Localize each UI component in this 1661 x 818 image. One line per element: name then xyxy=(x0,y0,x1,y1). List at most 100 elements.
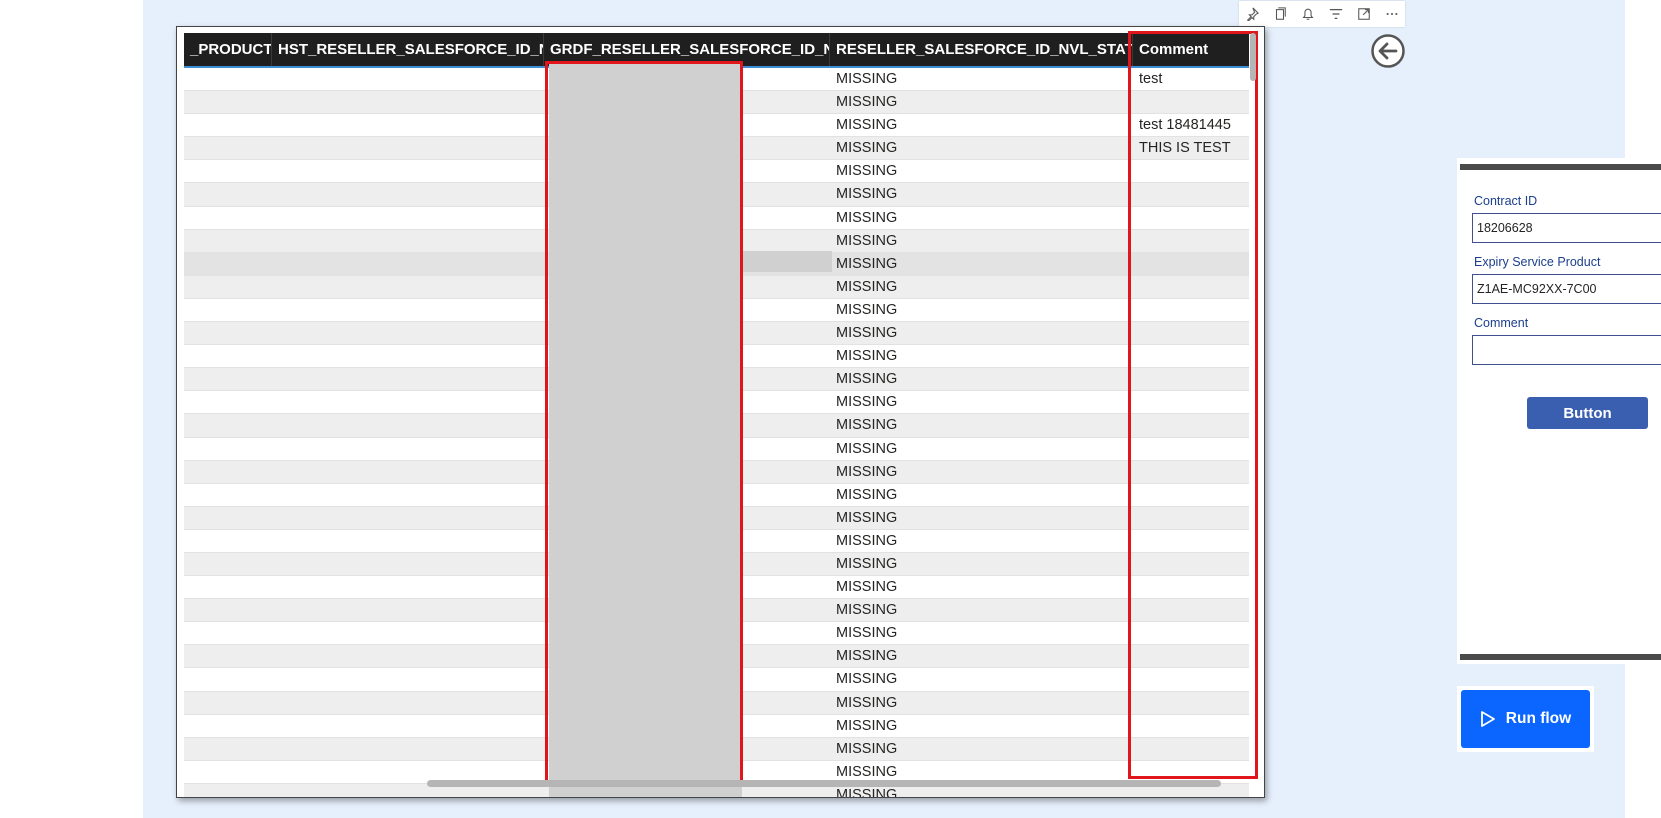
hst-reseller-cell xyxy=(272,322,544,344)
run-flow-button[interactable]: Run flow xyxy=(1461,690,1590,748)
table-visual: _PRODUCT HST_RESELLER_SALESFORCE_ID_NVL … xyxy=(176,26,1265,798)
hst-reseller-cell xyxy=(272,160,544,182)
column-header-hst-reseller[interactable]: HST_RESELLER_SALESFORCE_ID_NVL xyxy=(272,33,544,66)
product-cell xyxy=(184,160,272,182)
product-cell xyxy=(184,761,272,783)
product-cell xyxy=(184,322,272,344)
product-cell xyxy=(184,553,272,575)
hst-reseller-cell xyxy=(272,553,544,575)
hst-reseller-cell xyxy=(272,668,544,690)
status-cell: MISSING xyxy=(836,209,898,226)
column-header-product[interactable]: _PRODUCT xyxy=(184,33,272,66)
product-cell xyxy=(184,207,272,229)
product-cell xyxy=(184,645,272,667)
focus-mode-icon[interactable] xyxy=(1351,1,1377,27)
vertical-scrollbar[interactable] xyxy=(1250,33,1256,81)
filter-icon[interactable] xyxy=(1323,1,1349,27)
product-cell xyxy=(184,738,272,760)
status-cell: MISSING xyxy=(836,71,898,87)
product-cell xyxy=(184,391,272,413)
status-cell: MISSING xyxy=(836,186,898,203)
comment-label: Comment xyxy=(1474,316,1529,330)
hst-reseller-cell xyxy=(272,692,544,714)
hst-reseller-cell xyxy=(272,507,544,529)
status-cell: MISSING xyxy=(836,694,898,711)
status-cell: MISSING xyxy=(836,579,898,596)
product-cell xyxy=(184,253,272,275)
product-cell xyxy=(184,414,272,436)
contract-id-label: Contract ID xyxy=(1474,194,1538,208)
hst-reseller-cell xyxy=(272,715,544,737)
product-cell xyxy=(184,530,272,552)
column-header-status[interactable]: RESELLER_SALESFORCE_ID_NVL_STATUS xyxy=(830,33,1133,66)
status-cell: MISSING xyxy=(836,417,898,434)
product-cell xyxy=(184,299,272,321)
status-cell: MISSING xyxy=(836,232,898,249)
expiry-service-product-input[interactable] xyxy=(1472,274,1661,304)
form-bottom-bar xyxy=(1460,654,1661,660)
pin-icon[interactable] xyxy=(1239,1,1265,27)
hst-reseller-cell xyxy=(272,207,544,229)
comment-input[interactable] xyxy=(1472,335,1661,365)
product-cell xyxy=(184,345,272,367)
status-cell: MISSING xyxy=(836,648,898,665)
horizontal-scrollbar[interactable] xyxy=(427,780,1221,787)
hst-reseller-cell xyxy=(272,114,544,136)
hst-reseller-cell xyxy=(272,183,544,205)
hst-reseller-cell xyxy=(272,576,544,598)
visual-header-toolbar xyxy=(1239,1,1405,27)
status-cell: MISSING xyxy=(836,625,898,642)
hst-reseller-cell xyxy=(272,253,544,275)
play-icon xyxy=(1480,711,1495,727)
hst-reseller-cell xyxy=(272,276,544,298)
hst-reseller-cell xyxy=(272,68,544,90)
status-cell: MISSING xyxy=(836,117,898,134)
hst-reseller-cell xyxy=(272,484,544,506)
status-cell: MISSING xyxy=(836,532,898,549)
hst-reseller-cell xyxy=(272,345,544,367)
hst-reseller-cell xyxy=(272,599,544,621)
back-arrow-icon[interactable] xyxy=(1370,33,1406,69)
hst-reseller-cell xyxy=(272,622,544,644)
status-cell: MISSING xyxy=(836,440,898,457)
product-cell xyxy=(184,368,272,390)
product-cell xyxy=(184,230,272,252)
status-cell: MISSING xyxy=(836,140,898,157)
hst-reseller-cell xyxy=(272,230,544,252)
product-cell xyxy=(184,137,272,159)
hst-reseller-cell xyxy=(272,391,544,413)
status-cell: MISSING xyxy=(836,602,898,619)
contract-id-input[interactable] xyxy=(1472,213,1661,243)
product-cell xyxy=(184,461,272,483)
bell-icon[interactable] xyxy=(1295,1,1321,27)
status-cell: MISSING xyxy=(836,255,898,272)
product-cell xyxy=(184,599,272,621)
status-cell: MISSING xyxy=(836,740,898,757)
copy-icon[interactable] xyxy=(1267,1,1293,27)
product-cell xyxy=(184,438,272,460)
status-cell: MISSING xyxy=(836,717,898,734)
status-cell: MISSING xyxy=(836,163,898,180)
hst-reseller-cell xyxy=(272,738,544,760)
product-cell xyxy=(184,692,272,714)
hst-reseller-cell xyxy=(272,91,544,113)
product-cell xyxy=(184,784,272,797)
hst-reseller-cell xyxy=(272,438,544,460)
status-cell: MISSING xyxy=(836,486,898,503)
expiry-service-product-label: Expiry Service Product xyxy=(1474,255,1601,269)
status-cell: MISSING xyxy=(836,301,898,318)
status-cell: MISSING xyxy=(836,278,898,295)
form-top-bar xyxy=(1460,164,1661,170)
run-flow-container: Run flow xyxy=(1457,686,1594,752)
more-options-icon[interactable] xyxy=(1379,1,1405,27)
redacted-cell xyxy=(739,251,832,272)
submit-button[interactable]: Button xyxy=(1527,397,1648,429)
status-cell: MISSING xyxy=(836,371,898,388)
hst-reseller-cell xyxy=(272,461,544,483)
hst-reseller-cell xyxy=(272,645,544,667)
status-cell: MISSING xyxy=(836,555,898,572)
status-cell: MISSING xyxy=(836,394,898,411)
product-cell xyxy=(184,668,272,690)
product-cell xyxy=(184,183,272,205)
hst-reseller-cell xyxy=(272,368,544,390)
